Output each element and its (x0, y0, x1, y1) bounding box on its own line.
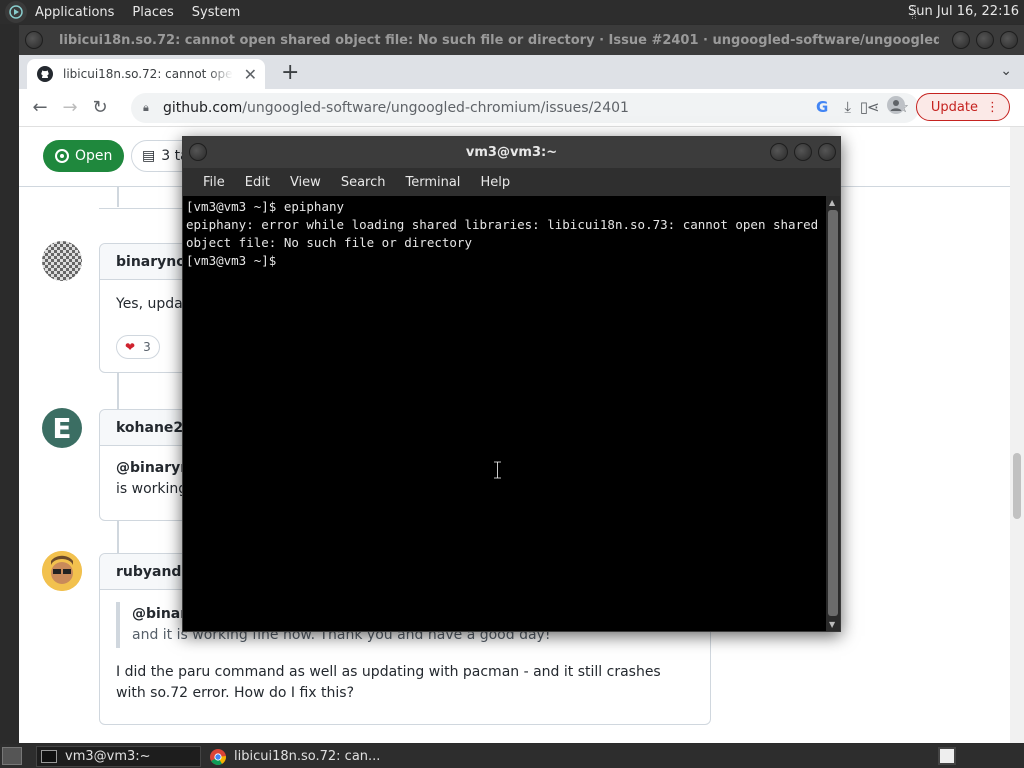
address-bar[interactable]: 🔒︎ github.com/ungoogled-software/ungoogl… (131, 93, 919, 123)
browser-window-title: libicui18n.so.72: cannot open shared obj… (59, 32, 939, 48)
side-panel-icon[interactable]: ▯ (852, 98, 876, 116)
taskbar-item-browser[interactable]: libicui18n.so.72: can... (206, 746, 406, 767)
close-button[interactable] (1000, 31, 1018, 49)
browser-titlebar[interactable]: libicui18n.so.72: cannot open shared obj… (19, 25, 1024, 55)
timeline-connector (117, 373, 119, 409)
show-desktop-icon[interactable] (2, 747, 22, 765)
heart-icon: ❤ (125, 339, 136, 354)
chrome-icon (210, 748, 226, 765)
scrollbar-thumb[interactable] (828, 210, 838, 616)
forward-icon[interactable]: → (55, 97, 85, 118)
terminal-line: [vm3@vm3 ~]$ epiphany (186, 199, 345, 214)
more-menu-icon[interactable]: ⋮ (986, 100, 999, 115)
taskbar: vm3@vm3:~ libicui18n.so.72: can... (0, 744, 1024, 768)
issue-state-badge: Open (43, 140, 125, 172)
close-button[interactable] (818, 143, 836, 161)
back-icon[interactable]: ← (25, 97, 55, 118)
maximize-button[interactable] (794, 143, 812, 161)
menu-help[interactable]: Help (470, 175, 520, 190)
maximize-button[interactable] (976, 31, 994, 49)
google-lens-icon[interactable]: G (816, 98, 828, 116)
menu-places[interactable]: Places (128, 5, 177, 20)
window-menu-button[interactable] (25, 31, 43, 49)
scrollbar-thumb[interactable] (1013, 453, 1021, 519)
reload-icon[interactable]: ↻ (85, 97, 115, 118)
page-scrollbar[interactable] (1010, 127, 1024, 743)
issue-open-icon (55, 149, 69, 163)
top-panel: Applications Places System Sun Jul 16, 2… (0, 0, 1024, 24)
terminal-titlebar[interactable]: vm3@vm3:~ (183, 137, 840, 168)
menu-system[interactable]: System (188, 5, 244, 20)
timeline-connector (117, 521, 119, 553)
new-tab-icon[interactable]: + (281, 60, 299, 85)
avatar[interactable]: E (42, 408, 82, 448)
minimize-button[interactable] (952, 31, 970, 49)
lock-icon[interactable]: 🔒︎ (143, 101, 157, 115)
heart-reaction[interactable]: ❤ 3 (116, 335, 160, 359)
window-menu-button[interactable] (189, 143, 207, 161)
update-button[interactable]: Update ⋮ (915, 93, 1010, 121)
comment-body: I did the paru command as well as updati… (116, 664, 661, 701)
terminal-icon (41, 750, 57, 763)
workspace-switcher[interactable] (938, 747, 956, 765)
taskbar-item-terminal[interactable]: vm3@vm3:~ (36, 746, 201, 767)
tab-strip: libicui18n.so.72: cannot open shared obj… (19, 55, 1024, 89)
tab-close-icon[interactable]: ✕ (244, 65, 257, 84)
browser-tab[interactable]: libicui18n.so.72: cannot open shared obj… (27, 59, 265, 89)
terminal-prompt: [vm3@vm3 ~]$ (186, 253, 284, 268)
menu-edit[interactable]: Edit (235, 175, 280, 190)
menu-file[interactable]: File (193, 175, 235, 190)
avatar[interactable] (42, 551, 82, 591)
tasklist-icon: ▤ (142, 148, 156, 164)
update-label: Update (930, 99, 978, 115)
menu-view[interactable]: View (280, 175, 331, 190)
terminal-menubar: File Edit View Search Terminal Help (183, 168, 840, 196)
reaction-count: 3 (143, 339, 151, 354)
avatar[interactable] (42, 241, 82, 281)
menu-applications[interactable]: Applications (31, 5, 118, 20)
browser-toolbar: ← → ↻ 🔒︎ github.com/ungoogled-software/u… (19, 89, 1024, 127)
text-cursor-icon (494, 461, 501, 479)
terminal-scrollbar[interactable]: ▲ ▼ (826, 196, 840, 631)
menu-search[interactable]: Search (331, 175, 396, 190)
quote-mention[interactable]: @binar (132, 606, 187, 622)
scroll-down-icon[interactable]: ▼ (829, 620, 835, 629)
github-favicon-icon (37, 66, 53, 82)
profile-avatar-icon[interactable] (884, 96, 908, 118)
tab-search-chevron-icon[interactable]: ⌄ (1000, 63, 1012, 79)
scroll-up-icon[interactable]: ▲ (829, 198, 835, 207)
url-host: github.com (163, 100, 243, 116)
terminal-line: epiphany: error while loading shared lib… (186, 217, 826, 250)
taskbar-item-label: vm3@vm3:~ (65, 749, 151, 764)
minimize-button[interactable] (770, 143, 788, 161)
distro-logo-icon[interactable] (5, 1, 27, 23)
install-app-icon[interactable]: ⤓ (844, 98, 851, 116)
taskbar-item-label: libicui18n.so.72: can... (234, 749, 381, 764)
terminal-window: vm3@vm3:~ File Edit View Search Terminal… (182, 136, 841, 632)
tab-title: libicui18n.so.72: cannot open shared obj… (63, 67, 233, 81)
terminal-title: vm3@vm3:~ (465, 145, 558, 160)
issue-state-label: Open (75, 148, 113, 164)
menu-terminal[interactable]: Terminal (395, 175, 470, 190)
clock[interactable]: Sun Jul 16, 22:16 (908, 4, 1019, 19)
url-path: /ungoogled-software/ungoogled-chromium/i… (242, 100, 629, 116)
terminal-output[interactable]: [vm3@vm3 ~]$ epiphany epiphany: error whi… (183, 196, 828, 631)
